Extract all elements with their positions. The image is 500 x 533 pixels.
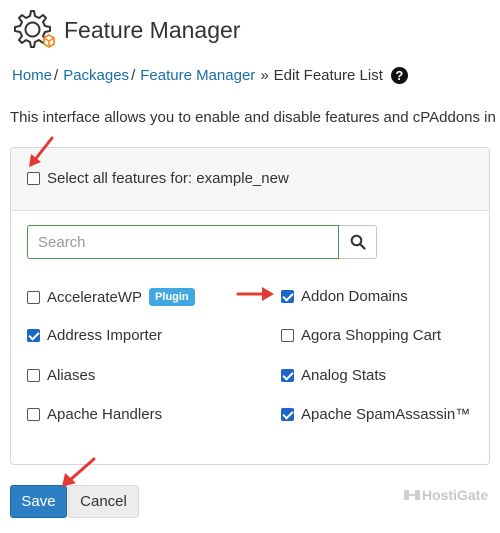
feature-checkbox[interactable] <box>27 369 40 382</box>
feature-checkbox[interactable] <box>281 369 294 382</box>
breadcrumb: Home / Packages / Feature Manager » Edit… <box>12 67 408 84</box>
feature-item[interactable]: Addon Domains <box>281 288 408 305</box>
feature-checkbox[interactable] <box>27 290 40 304</box>
feature-label: Address Importer <box>47 327 163 344</box>
plugin-badge: Plugin <box>149 288 195 306</box>
feature-item[interactable]: Apache Handlers <box>27 406 162 423</box>
watermark-text: HostiGate <box>422 487 489 503</box>
annotation-arrow <box>29 136 54 167</box>
select-all-checkbox[interactable] <box>27 172 40 185</box>
feature-label: Apache Handlers <box>47 406 163 423</box>
feature-label: Addon Domains <box>301 288 408 305</box>
feature-label: AccelerateWP <box>47 288 143 306</box>
feature-checkbox[interactable] <box>27 329 40 342</box>
annotation-arrow <box>236 287 274 301</box>
select-all-checkbox-row[interactable]: Select all features for: example_new <box>27 170 289 187</box>
feature-label: Analog Stats <box>301 367 387 384</box>
feature-checkbox[interactable] <box>27 408 40 421</box>
feature-manager-icon <box>10 8 56 52</box>
intro-text: This interface allows you to enable and … <box>10 109 496 126</box>
breadcrumb-separator: / <box>131 67 136 84</box>
breadcrumb-feature-manager[interactable]: Feature Manager <box>140 67 255 84</box>
hostigate-watermark: HostiGate <box>402 487 488 503</box>
search-input[interactable] <box>27 225 339 259</box>
feature-item[interactable]: Apache SpamAssassin™ <box>281 406 470 423</box>
breadcrumb-home[interactable]: Home <box>12 67 52 84</box>
breadcrumb-current: Edit Feature List <box>273 67 383 84</box>
feature-checkbox[interactable] <box>281 329 294 342</box>
feature-list-panel: Select all features for: example_new Acc… <box>10 147 490 465</box>
feature-label: Aliases <box>47 367 96 384</box>
search-button[interactable] <box>339 225 377 259</box>
feature-label: Apache SpamAssassin™ <box>301 406 471 423</box>
panel-header: Select all features for: example_new <box>11 148 489 211</box>
search-bar <box>27 225 377 259</box>
page-header: Feature Manager <box>10 8 240 52</box>
select-all-label: Select all features for: example_new <box>47 170 289 187</box>
feature-item[interactable]: Address Importer <box>27 327 162 344</box>
feature-item[interactable]: AccelerateWP Plugin <box>27 288 195 306</box>
help-icon[interactable]: ? <box>390 67 408 84</box>
annotation-arrow <box>62 457 96 487</box>
feature-label: Agora Shopping Cart <box>301 327 442 344</box>
feature-checkbox[interactable] <box>281 408 294 421</box>
feature-item[interactable]: Analog Stats <box>281 367 386 384</box>
feature-item[interactable]: Aliases <box>27 367 95 384</box>
page-title: Feature Manager <box>64 16 241 43</box>
breadcrumb-packages[interactable]: Packages <box>63 67 129 84</box>
search-icon <box>350 234 366 250</box>
feature-item[interactable]: Agora Shopping Cart <box>281 327 441 344</box>
feature-checkbox[interactable] <box>281 290 294 303</box>
breadcrumb-separator: / <box>54 67 59 84</box>
hostigate-logo-icon <box>404 490 420 500</box>
breadcrumb-separator: » <box>260 67 269 84</box>
